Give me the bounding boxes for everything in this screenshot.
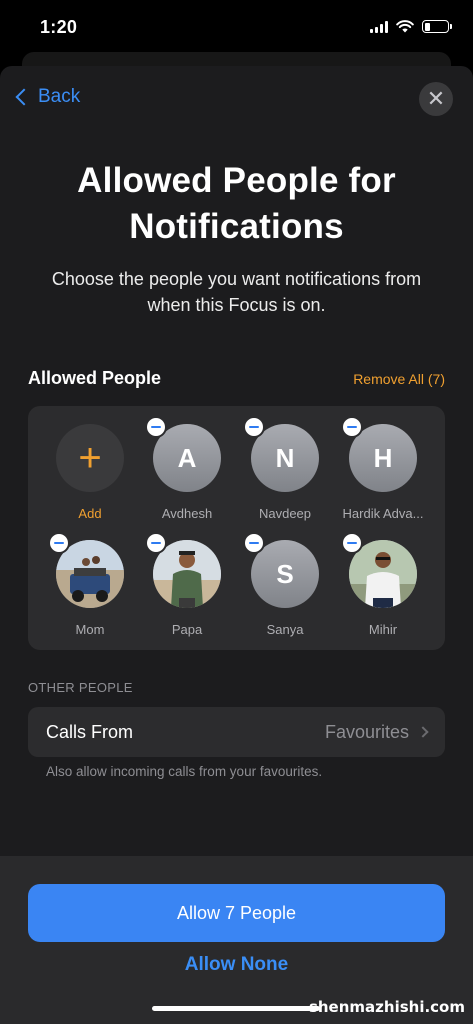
avatar-initial: N xyxy=(275,442,295,473)
person-name: Hardik Adva... xyxy=(342,506,424,521)
calls-from-value: Favourites xyxy=(324,721,409,742)
remove-person-icon[interactable] xyxy=(341,416,363,438)
remove-person-icon[interactable] xyxy=(48,532,70,554)
remove-person-icon[interactable] xyxy=(145,416,167,438)
avatar-photo xyxy=(48,532,124,608)
plus-icon: + xyxy=(78,435,102,480)
add-label: Add xyxy=(78,506,102,521)
calls-from-footer: Also allow incoming calls from your favo… xyxy=(46,764,323,779)
person-name: Mihir xyxy=(368,622,398,637)
focus-sheet: Back ✕ Allowed People for Notifications … xyxy=(0,66,473,1024)
avatar-initial: S xyxy=(276,558,294,589)
allowed-people-title: Allowed People xyxy=(28,368,162,388)
avatar-photo xyxy=(341,532,417,608)
person-sanya[interactable]: S Sanya xyxy=(237,532,333,637)
add-person-button[interactable]: + xyxy=(56,424,124,492)
person-name: Sanya xyxy=(266,622,304,637)
close-button[interactable]: ✕ xyxy=(419,82,453,116)
person-avdhesh[interactable]: A Avdhesh xyxy=(139,416,235,521)
page-title-line-1: Allowed People for xyxy=(77,161,396,200)
person-name: Papa xyxy=(171,622,203,637)
bottom-action-bar: Allow 7 People Allow None shenmazhishi.c… xyxy=(0,856,473,1024)
person-mom[interactable]: Mom xyxy=(42,532,138,637)
avatar-photo xyxy=(145,532,221,608)
remove-person-icon[interactable] xyxy=(341,532,363,554)
battery-icon xyxy=(422,20,452,33)
add-person-item[interactable]: + Add xyxy=(42,424,138,521)
remove-all-button[interactable]: Remove All (7) xyxy=(353,371,445,387)
page-title-line-2: Notifications xyxy=(129,207,344,246)
person-hardik[interactable]: H Hardik Adva... xyxy=(335,416,431,521)
watermark: shenmazhishi.com xyxy=(308,998,465,1016)
avatar: A xyxy=(145,416,221,492)
chevron-left-icon xyxy=(15,88,33,106)
calls-from-label: Calls From xyxy=(46,721,134,742)
calls-from-value-group: Favourites xyxy=(324,721,429,743)
cellular-signal-icon xyxy=(370,20,388,33)
person-papa[interactable]: Papa xyxy=(139,532,235,637)
back-label: Back xyxy=(38,86,81,107)
page-subtitle: Choose the people you want notifications… xyxy=(51,269,422,315)
calls-from-row[interactable]: Calls From Favourites xyxy=(28,707,445,757)
allowed-people-grid: + Add A Avdhesh N Navdeep H Hardik Adva.… xyxy=(28,406,445,650)
person-name: Navdeep xyxy=(258,506,312,521)
avatar-initial: H xyxy=(373,442,393,473)
allow-people-button[interactable]: Allow 7 People xyxy=(28,884,445,942)
remove-person-icon[interactable] xyxy=(145,532,167,554)
other-people-label: OTHER PEOPLE xyxy=(28,680,133,695)
home-indicator[interactable] xyxy=(152,1006,320,1011)
remove-person-icon[interactable] xyxy=(243,416,265,438)
wifi-icon xyxy=(396,20,414,33)
allowed-people-header: Allowed People Remove All (7) xyxy=(28,368,445,389)
back-button[interactable]: Back xyxy=(12,86,80,108)
page-title: Allowed People for Notifications xyxy=(0,158,473,250)
status-bar: 1:20 xyxy=(0,0,473,56)
close-icon: ✕ xyxy=(426,86,446,111)
status-time: 1:20 xyxy=(40,17,78,37)
person-navdeep[interactable]: N Navdeep xyxy=(237,416,333,521)
avatar-initial: A xyxy=(177,442,197,473)
person-mihir[interactable]: Mihir xyxy=(335,532,431,637)
allow-none-button[interactable]: Allow None xyxy=(0,954,473,976)
avatar: S xyxy=(243,532,319,608)
chevron-right-icon xyxy=(417,726,429,738)
avatar: N xyxy=(243,416,319,492)
remove-person-icon[interactable] xyxy=(243,532,265,554)
status-icons xyxy=(370,20,452,33)
person-name: Mom xyxy=(75,622,105,637)
person-name: Avdhesh xyxy=(161,506,213,521)
avatar: H xyxy=(341,416,417,492)
